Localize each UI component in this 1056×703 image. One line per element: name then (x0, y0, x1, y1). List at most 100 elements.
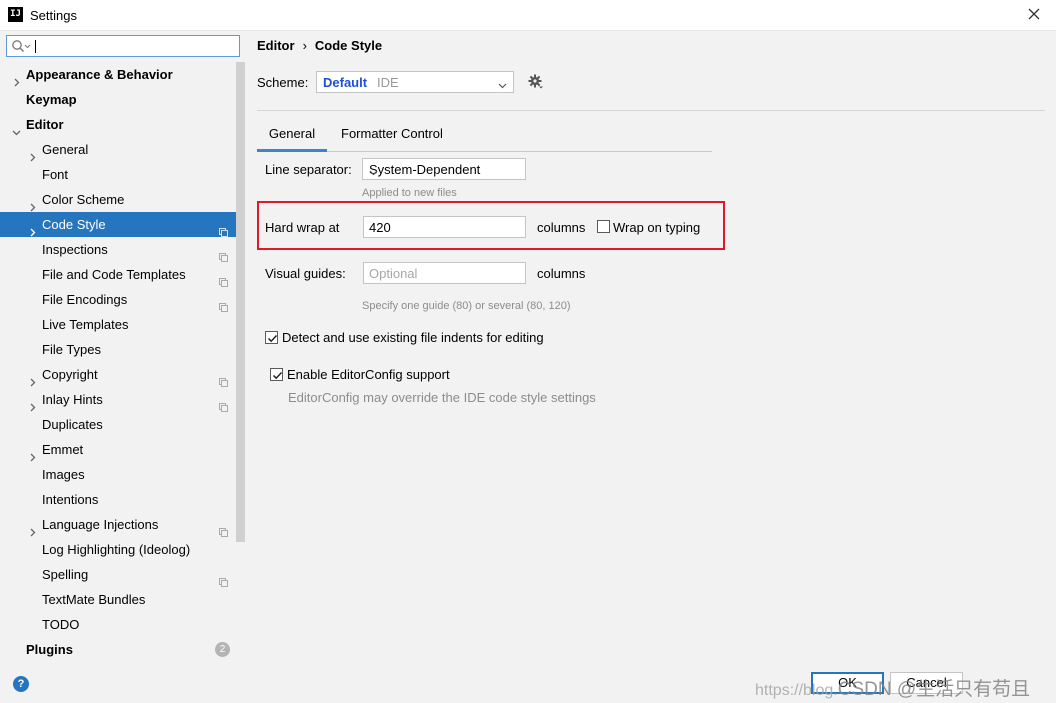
editorconfig-hint: EditorConfig may override the IDE code s… (288, 390, 596, 405)
sidebar-item-images[interactable]: Images (0, 462, 236, 487)
sidebar-item-label: Font (42, 167, 69, 182)
header-divider (257, 110, 1045, 111)
close-icon[interactable] (1026, 6, 1042, 22)
visual-guides-input[interactable]: Optional (363, 262, 526, 284)
sidebar-item-emmet[interactable]: Emmet (0, 437, 236, 462)
watermark-brand: CSDN @生活只有苟且 (837, 679, 1031, 700)
sidebar-item-label: TextMate Bundles (42, 592, 146, 607)
sidebar-item-label: File and Code Templates (42, 267, 186, 282)
sidebar-item-label: Emmet (42, 442, 84, 457)
sidebar-item-inlay-hints[interactable]: Inlay Hints (0, 387, 236, 412)
visual-guides-hint: Specify one guide (80) or several (80, 1… (362, 300, 571, 312)
sidebar-item-intentions[interactable]: Intentions (0, 487, 236, 512)
breadcrumb-separator: › (302, 38, 307, 53)
sidebar-item-label: File Types (42, 342, 102, 357)
sidebar-item-plugins[interactable]: Plugins 2 (0, 637, 236, 662)
scheme-dropdown[interactable]: Default IDE (316, 71, 514, 93)
sidebar-item-label: Keymap (26, 92, 77, 107)
sidebar-item-duplicates[interactable]: Duplicates (0, 412, 236, 437)
sidebar-item-textmate-bundles[interactable]: TextMate Bundles (0, 587, 236, 612)
settings-sidebar: Appearance & Behavior Keymap Editor General… (0, 31, 246, 662)
visual-guides-label: Visual guides: (265, 266, 346, 281)
sidebar-item-label: Inlay Hints (42, 392, 103, 407)
sidebar-item-label: General (42, 142, 89, 157)
sidebar-item-general[interactable]: General (0, 137, 236, 162)
sidebar-item-todo[interactable]: TODO (0, 612, 236, 637)
sidebar-item-label: Live Templates (42, 317, 129, 332)
help-icon[interactable]: ? (13, 676, 29, 692)
tab-general[interactable]: General (257, 119, 327, 152)
breadcrumb: Editor › Code Style (257, 38, 382, 53)
visual-guides-unit: columns (537, 266, 586, 281)
sidebar-item-inspections[interactable]: Inspections (0, 237, 236, 262)
chevron-right-icon[interactable] (28, 195, 37, 212)
chevron-right-icon[interactable] (28, 145, 37, 162)
project-scope-icon (219, 295, 228, 312)
chevron-right-icon[interactable] (12, 70, 21, 87)
sidebar-item-font[interactable]: Font (0, 162, 236, 187)
chevron-down-icon (369, 165, 519, 180)
watermark-url: https://blog. (755, 682, 838, 699)
detect-indents-checkbox[interactable] (265, 331, 278, 344)
chevron-right-icon[interactable] (28, 370, 37, 387)
sidebar-item-keymap[interactable]: Keymap (0, 87, 236, 112)
csdn-watermark: https://blog.CSDN @生活只有苟且 (755, 674, 1030, 701)
window-title: Settings (30, 8, 77, 23)
sidebar-item-copyright[interactable]: Copyright (0, 362, 236, 387)
hard-wrap-highlight-box (257, 201, 725, 250)
chevron-right-icon[interactable] (28, 395, 37, 412)
text-caret (35, 40, 36, 53)
sidebar-item-file-and-code-templates[interactable]: File and Code Templates (0, 262, 236, 287)
sidebar-item-file-types[interactable]: File Types (0, 337, 236, 362)
project-scope-icon (219, 220, 228, 237)
sidebar-item-file-encodings[interactable]: File Encodings (0, 287, 236, 312)
sidebar-scrollbar[interactable] (236, 62, 245, 542)
project-scope-icon (219, 395, 228, 412)
line-separator-hint: Applied to new files (362, 187, 457, 199)
editorconfig-label[interactable]: Enable EditorConfig support (287, 367, 450, 382)
gear-icon[interactable] (528, 74, 544, 93)
sidebar-item-label: Log Highlighting (Ideolog) (42, 542, 191, 557)
settings-search-input[interactable] (6, 35, 240, 57)
sidebar-item-label: Code Style (42, 217, 106, 232)
project-scope-icon (219, 270, 228, 287)
line-separator-label: Line separator: (265, 162, 352, 177)
dialog-button-bar: ? OK Cancel https://blog.CSDN @生活只有苟且 (0, 662, 1056, 703)
plugins-update-badge: 2 (215, 642, 230, 657)
chevron-right-icon[interactable] (28, 520, 37, 537)
chevron-down-icon[interactable] (12, 120, 21, 136)
sidebar-item-label: Images (42, 467, 85, 482)
title-bar: IJ Settings (0, 0, 1056, 31)
sidebar-item-live-templates[interactable]: Live Templates (0, 312, 236, 337)
sidebar-item-label: Editor (26, 117, 64, 132)
sidebar-item-label: Appearance & Behavior (26, 67, 173, 82)
sidebar-item-language-injections[interactable]: Language Injections (0, 512, 236, 537)
sidebar-item-label: Plugins (26, 642, 73, 657)
detect-indents-label[interactable]: Detect and use existing file indents for… (282, 330, 544, 345)
sidebar-item-label: Inspections (42, 242, 108, 257)
code-style-panel: Editor › Code Style Scheme: Default IDE Ge… (246, 31, 1056, 662)
sidebar-item-label: Color Scheme (42, 192, 125, 207)
tab-formatter-control[interactable]: Formatter Control (341, 119, 471, 152)
scheme-label: Scheme: (257, 75, 309, 90)
chevron-right-icon[interactable] (28, 445, 37, 462)
project-scope-icon (219, 570, 228, 587)
breadcrumb-current: Code Style (314, 38, 383, 53)
sidebar-item-appearance-behavior[interactable]: Appearance & Behavior (0, 62, 236, 87)
sidebar-item-log-highlighting-ideolog[interactable]: Log Highlighting (Ideolog) (0, 537, 236, 562)
project-scope-icon (219, 370, 228, 387)
sidebar-item-label: Spelling (42, 567, 89, 582)
breadcrumb-parent[interactable]: Editor (257, 38, 295, 53)
sidebar-item-editor[interactable]: Editor (0, 112, 236, 137)
intellij-app-icon: IJ (8, 7, 23, 22)
sidebar-item-label: Intentions (42, 492, 99, 507)
settings-tree: Appearance & Behavior Keymap Editor General… (0, 62, 236, 662)
editorconfig-checkbox[interactable] (270, 368, 283, 381)
chevron-right-icon[interactable] (28, 220, 37, 237)
chevron-down-icon (498, 78, 507, 93)
sidebar-item-color-scheme[interactable]: Color Scheme (0, 187, 236, 212)
scheme-name: Default (323, 75, 368, 90)
sidebar-item-code-style[interactable]: Code Style (0, 212, 236, 237)
line-separator-dropdown[interactable]: System-Dependent (362, 158, 526, 180)
sidebar-item-spelling[interactable]: Spelling (0, 562, 236, 587)
